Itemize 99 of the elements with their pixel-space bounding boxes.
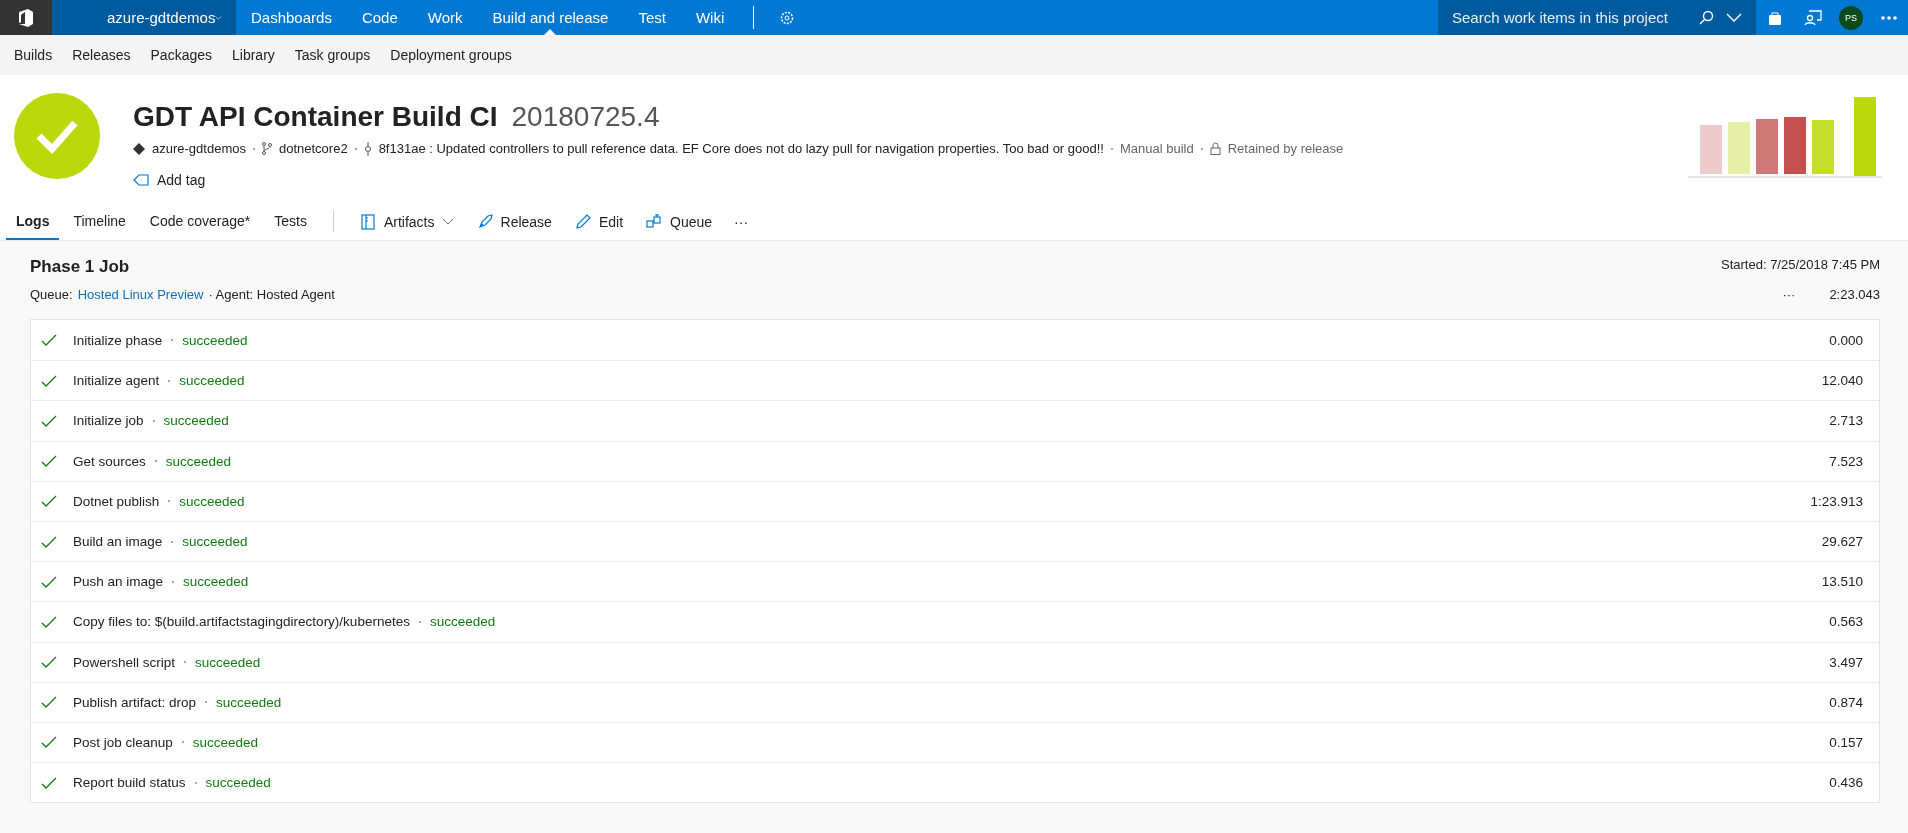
artifacts-icon — [358, 212, 377, 231]
sub-nav-link[interactable]: Library — [222, 47, 285, 63]
step-duration: 0.436 — [1829, 775, 1863, 791]
sub-nav-link[interactable]: Task groups — [284, 47, 381, 63]
view-tab[interactable]: Timeline — [63, 203, 136, 240]
build-number: 20180725.4 — [511, 101, 660, 133]
check-icon — [35, 118, 79, 154]
step-duration: 13.510 — [1821, 574, 1863, 590]
tag-icon — [133, 174, 149, 186]
job-more-button[interactable]: ··· — [1782, 287, 1796, 302]
build-trigger: Manual build — [1119, 141, 1194, 156]
step-duration: 12.040 — [1821, 373, 1863, 389]
nav-tab[interactable]: Build and release — [477, 0, 624, 35]
release-button[interactable]: Release — [464, 203, 563, 240]
sub-nav-link[interactable]: Builds — [4, 47, 63, 63]
view-tab[interactable]: Code coverage* — [139, 203, 261, 240]
step-status: succeeded — [182, 332, 248, 348]
step-duration: 3.497 — [1829, 654, 1863, 670]
step-row[interactable]: Build an image succeeded 29.627 — [31, 520, 1879, 562]
step-row[interactable]: Initialize agent succeeded 12.040 — [31, 360, 1879, 401]
step-duration: 0.157 — [1829, 734, 1863, 750]
step-duration: 2.713 — [1829, 413, 1863, 429]
chevron-down-icon — [441, 217, 454, 226]
step-duration: 0.874 — [1829, 694, 1863, 710]
chevron-down-icon[interactable] — [1726, 12, 1742, 23]
app-logo[interactable] — [0, 0, 52, 35]
step-status: succeeded — [429, 614, 496, 630]
step-status: succeeded — [216, 694, 282, 710]
edit-button[interactable]: Edit — [562, 203, 634, 240]
step-row[interactable]: Powershell script succeeded 3.497 — [31, 641, 1879, 682]
step-duration: 7.523 — [1829, 453, 1863, 469]
sub-nav-link[interactable]: Packages — [140, 47, 222, 63]
agent-info: · Agent: Hosted Agent — [208, 287, 335, 302]
commit-message: 8f131ae : Updated controllers to pull reference data. EF Core does not do lazy pull for navigation properties. Too bad or good!! — [378, 141, 1104, 156]
queue-button[interactable]: Queue — [634, 203, 724, 240]
nav-tab[interactable]: Code — [346, 0, 413, 35]
job-start-time: Started: 7/25/2018 7:45 PM — [1721, 257, 1880, 274]
step-name: Dotnet publish — [73, 493, 160, 509]
step-row[interactable]: Dotnet publish succeeded 1:23.913 — [31, 480, 1879, 521]
step-name: Initialize phase — [73, 332, 163, 348]
view-tab[interactable]: Tests — [264, 203, 317, 240]
step-row[interactable]: Post job cleanup succeeded 0.157 — [31, 721, 1879, 763]
sub-nav-link[interactable]: Releases — [62, 47, 141, 63]
lock-icon — [1209, 142, 1221, 155]
job-title: Phase 1 Job — [30, 257, 130, 277]
step-duration: 0.563 — [1829, 614, 1863, 630]
build-title: GDT API Container Build CI — [133, 101, 498, 133]
step-duration: 29.627 — [1821, 534, 1863, 550]
step-name: Initialize agent — [73, 373, 160, 389]
commit-icon — [363, 141, 372, 156]
nav-tab[interactable]: Work — [412, 0, 478, 35]
step-duration: 0.000 — [1829, 332, 1863, 348]
nav-tab[interactable]: Test — [623, 0, 681, 35]
step-status: succeeded — [165, 453, 232, 469]
project-selector[interactable]: azure-gdtdemos — [52, 0, 236, 35]
queue-icon — [645, 212, 663, 231]
more-actions-button[interactable]: ··· — [723, 203, 760, 240]
step-row[interactable]: Copy files to: $(build.artifactstagingdirectory)/kubernetes succeeded 0.563 — [31, 601, 1879, 642]
branch-name: dotnetcore2 — [278, 141, 348, 156]
step-name: Report build status — [73, 775, 186, 791]
step-row[interactable]: Initialize phase succeeded 0.000 — [31, 320, 1879, 361]
queue-label: Queue: — [30, 287, 73, 302]
queue-link[interactable]: Hosted Linux Preview — [77, 287, 204, 302]
step-row[interactable]: Push an image succeeded 13.510 — [31, 561, 1879, 602]
step-status: succeeded — [179, 493, 245, 509]
step-status: succeeded — [163, 413, 229, 429]
retention-status: Retained by release — [1227, 141, 1344, 156]
search-icon[interactable] — [1698, 9, 1714, 26]
step-row[interactable]: Initialize job succeeded 2.713 — [31, 400, 1879, 441]
step-name: Powershell script — [73, 654, 176, 670]
step-name: Initialize job — [73, 413, 144, 429]
step-name: Build an image — [73, 534, 163, 550]
step-row[interactable]: Publish artifact: drop succeeded 0.874 — [31, 681, 1879, 722]
step-row[interactable]: Report build status succeeded 0.436 — [31, 762, 1879, 803]
branch-icon — [261, 142, 272, 155]
step-status: succeeded — [205, 775, 271, 791]
artifacts-button[interactable]: Artifacts — [347, 203, 465, 240]
nav-tab[interactable]: Wiki — [680, 0, 740, 35]
step-status: succeeded — [195, 654, 261, 670]
repository-name: azure-gdtdemos — [152, 141, 246, 156]
step-name: Get sources — [73, 453, 146, 469]
step-duration: 1:23.913 — [1810, 493, 1863, 509]
job-duration: 2:23.043 — [1829, 287, 1880, 302]
step-name: Push an image — [73, 574, 164, 590]
user-avatar[interactable]: PS — [1839, 5, 1863, 30]
step-name: Publish artifact: drop — [73, 694, 197, 710]
pencil-icon — [573, 212, 592, 231]
step-status: succeeded — [179, 373, 245, 389]
step-name: Post job cleanup — [73, 734, 173, 750]
step-status: succeeded — [182, 534, 248, 550]
step-status: succeeded — [192, 734, 259, 750]
step-name: Copy files to: $(build.artifactstagingdirectory)/kubernetes — [73, 614, 410, 630]
sub-nav-link[interactable]: Deployment groups — [380, 47, 522, 63]
search-field[interactable]: Search work items in this project — [1438, 0, 1756, 35]
nav-tab[interactable]: Dashboards — [236, 0, 347, 35]
add-tag-link[interactable]: Add tag — [133, 172, 1344, 188]
repo-icon — [133, 142, 145, 155]
step-row[interactable]: Get sources succeeded 7.523 — [31, 440, 1879, 481]
step-status: succeeded — [183, 574, 249, 590]
